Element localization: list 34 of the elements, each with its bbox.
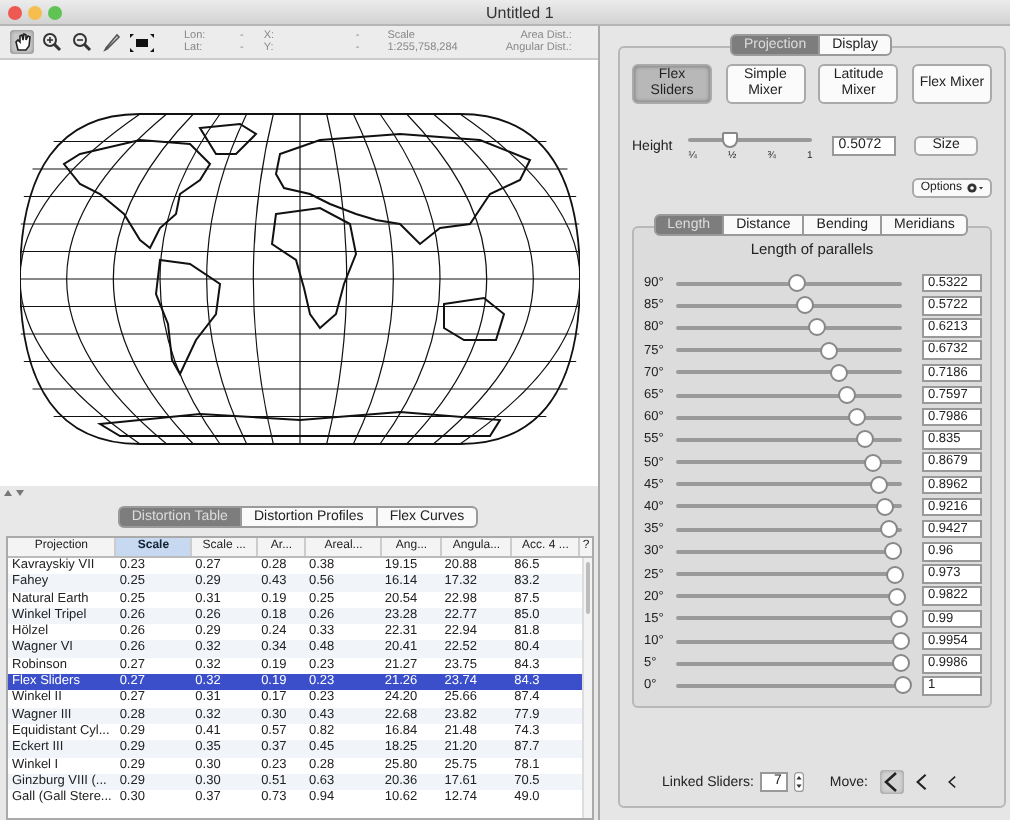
slider-thumb[interactable] [875, 497, 894, 516]
scrollbar[interactable] [582, 558, 592, 818]
slider-thumb[interactable] [807, 318, 826, 337]
slider-thumb[interactable] [863, 453, 882, 472]
pencil-button[interactable] [100, 30, 124, 54]
slider-thumb[interactable] [869, 475, 888, 494]
slider-thumb[interactable] [829, 363, 848, 382]
zoom-button[interactable] [48, 5, 62, 19]
chevron-icon [947, 776, 957, 788]
slider-thumb[interactable] [847, 408, 866, 427]
close-button[interactable] [8, 5, 22, 19]
slider-thumb[interactable] [883, 542, 902, 561]
slider-thumb[interactable] [880, 520, 899, 539]
fit-button[interactable] [130, 30, 154, 54]
slider-thumb[interactable] [855, 430, 874, 449]
slider-thumb[interactable] [893, 676, 911, 695]
window-title: Untitled 1 [486, 3, 554, 21]
slider-thumb[interactable] [787, 274, 806, 293]
chevron-icon [916, 774, 928, 790]
slider-thumb[interactable] [886, 565, 905, 584]
zoom-out-button[interactable] [70, 30, 94, 54]
slider-thumb[interactable] [892, 654, 911, 673]
slider-thumb[interactable] [819, 341, 838, 360]
slider-thumb[interactable] [796, 296, 815, 315]
slider-thumb[interactable] [891, 632, 910, 651]
hand-tool-button[interactable] [10, 30, 34, 54]
slider-thumb[interactable] [888, 587, 907, 606]
slider-thumb[interactable] [890, 609, 909, 628]
zoom-in-button[interactable] [40, 30, 64, 54]
gear-icon [966, 182, 984, 194]
slider-thumb[interactable] [722, 131, 739, 147]
slider-thumb[interactable] [838, 386, 857, 405]
chevron-button[interactable] [879, 770, 904, 794]
stepper-icon[interactable] [793, 772, 804, 792]
